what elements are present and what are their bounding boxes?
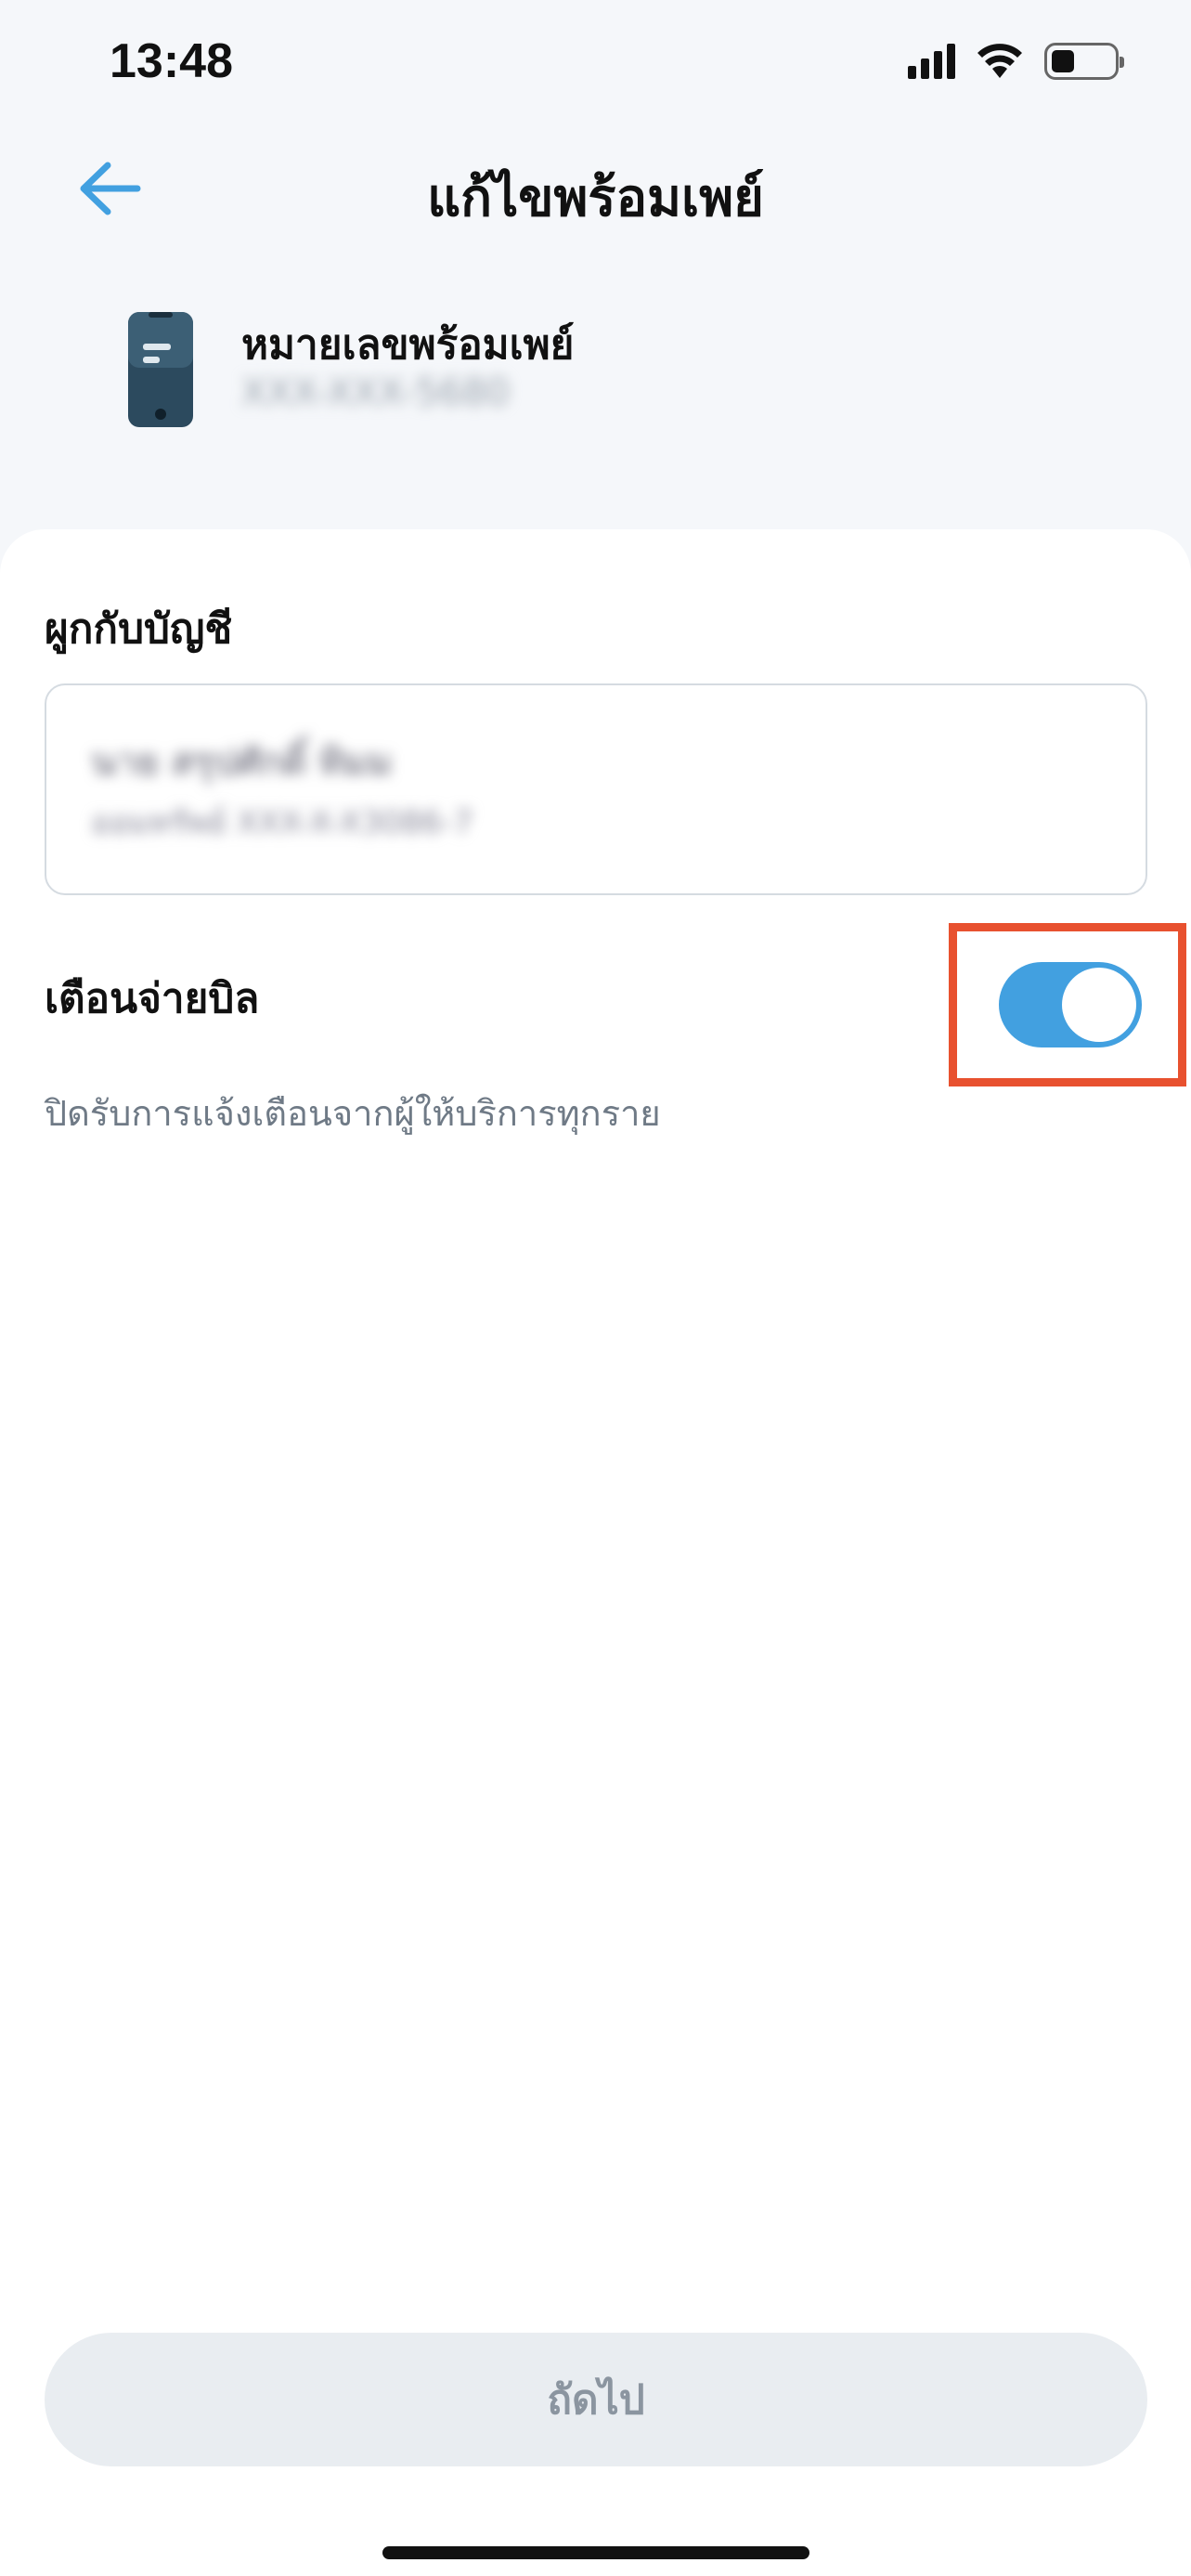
next-button[interactable]: ถัดไป [45,2333,1147,2466]
status-icons [908,43,1124,80]
bill-alert-label: เตือนจ่ายบิล [45,975,260,1022]
bill-alert-toggle[interactable] [999,962,1142,1047]
status-time: 13:48 [110,34,233,88]
signal-icon [908,44,955,79]
phone-icon [128,312,193,427]
battery-icon [1044,43,1124,80]
bill-alert-description: ปิดรับการแจ้งเตือนจากผู้ให้บริการทุกราย [45,1093,661,1134]
linked-account-label: ผูกกับบัญชี [45,605,233,653]
status-bar: 13:48 [0,0,1191,130]
wifi-icon [977,44,1022,78]
promptpay-number: XXX-XXX-5680 [241,371,511,414]
page-title: แก้ไขพร้อมเพย์ [427,168,764,228]
next-button-label: ถัดไป [547,2376,645,2424]
header: แก้ไขพร้อมเพย์ [0,139,1191,241]
account-number: ออมทรัพย์ XXX-X-X3086-7 [91,804,473,841]
home-indicator [382,2546,809,2559]
toggle-knob [1062,968,1136,1042]
promptpay-label: หมายเลขพร้อมเพย์ [241,321,575,369]
edit-promptpay-screen: 13:48 แก้ไขพร้อมเพย์ หมายเลขพร้อมเพย์ XX… [0,0,1191,2576]
content-sheet: ผูกกับบัญชี นาย สรุปศักดิ์ ทิมม ออมทรัพย… [0,529,1191,2576]
linked-account-field[interactable]: นาย สรุปศักดิ์ ทิมม ออมทรัพย์ XXX-X-X308… [45,683,1147,895]
promptpay-card: หมายเลขพร้อมเพย์ XXX-XXX-5680 [43,269,1147,464]
account-name: นาย สรุปศักดิ์ ทิมม [91,741,393,784]
